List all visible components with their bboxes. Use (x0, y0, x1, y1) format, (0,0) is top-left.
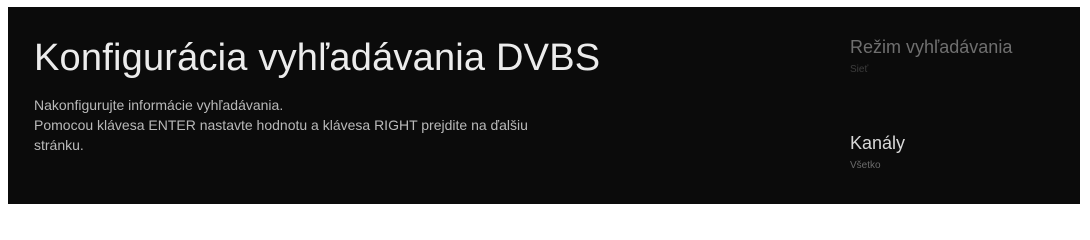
menu-item-channels[interactable]: Kanály Všetko (850, 133, 1070, 171)
description-line: Nakonfigurujte informácie vyhľadávania. (34, 97, 284, 113)
description-line: Pomocou klávesa ENTER nastavte hodnotu a… (34, 117, 528, 133)
menu-item-label: Režim vyhľadávania (850, 37, 1013, 57)
page-description: Nakonfigurujte informácie vyhľadávania. … (34, 95, 794, 155)
page-title: Konfigurácia vyhľadávania DVBS (34, 37, 601, 79)
menu-item-value: Všetko (850, 160, 881, 171)
menu-item-value: Sieť (850, 64, 869, 75)
menu-item-search-mode[interactable]: Režim vyhľadávania Sieť (850, 37, 1070, 75)
description-line: stránku. (34, 137, 84, 153)
dvbs-search-config-screen: Konfigurácia vyhľadávania DVBS Nakonfigu… (8, 7, 1080, 204)
settings-menu: Režim vyhľadávania Sieť Kanály Všetko (850, 7, 1070, 204)
menu-item-label: Kanály (850, 133, 906, 153)
